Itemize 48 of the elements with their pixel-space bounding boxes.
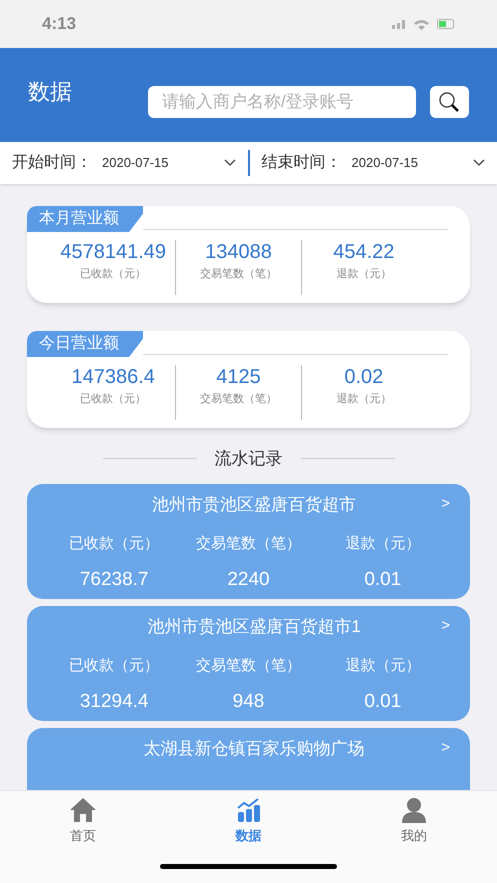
stat-label: 已收款（元） (80, 392, 146, 407)
tab-item[interactable]: 首页 (0, 791, 166, 851)
record-value: 948 (232, 690, 264, 714)
record-label: 退款（元） (345, 534, 420, 554)
record-label: 已收款（元） (69, 534, 160, 554)
stat-value: 0.02 (344, 365, 384, 389)
stat-label: 退款（元） (336, 267, 392, 282)
date-label: 开始时间： (12, 152, 92, 173)
record-value: 76238.7 (80, 568, 148, 592)
record-value: 31294.4 (80, 690, 148, 714)
signal-icon (392, 20, 406, 28)
search-button[interactable] (430, 86, 469, 118)
stat-value: 134088 (205, 240, 272, 264)
battery-icon (437, 19, 455, 29)
stat-label: 已收款（元） (80, 267, 146, 282)
record-value: 0.01 (364, 690, 402, 714)
chevron-icon: > (441, 737, 450, 760)
chart-icon (236, 796, 262, 823)
status-time: 4:13 (42, 13, 76, 36)
stat-label: 交易笔数（笔） (200, 392, 277, 407)
stat-label: 交易笔数（笔） (200, 266, 277, 282)
stat-value: 4125 (216, 365, 261, 389)
section-heading: 流水记录 (214, 448, 282, 470)
stat-value: 147386.4 (71, 365, 155, 389)
home-icon (68, 796, 97, 823)
date-dropdown[interactable]: 2020-07-15 (102, 153, 236, 173)
stat-value: 4578141.49 (60, 240, 166, 264)
wifi-icon (414, 18, 429, 30)
stat-value: 454.22 (333, 240, 394, 264)
chevron-icon: > (441, 615, 450, 638)
chevron-down-icon (224, 159, 236, 167)
record-label: 已收款（元） (69, 656, 160, 676)
search-icon (438, 91, 460, 113)
date-dropdown[interactable]: 2020-07-15 (352, 153, 485, 173)
record-label: 交易笔数（笔） (196, 534, 301, 554)
search-field[interactable]: 请输入商户名称/登录账号 (148, 86, 416, 118)
page-title: 数据 (28, 78, 73, 106)
record-value: 0.01 (364, 568, 402, 592)
tab-item[interactable]: 我的 (331, 791, 497, 851)
chevron-down-icon (473, 159, 485, 167)
tab-item[interactable]: 数据 (166, 791, 332, 851)
record-label: 退款（元） (345, 656, 420, 676)
stat-label: 退款（元） (336, 392, 392, 407)
record-label: 交易笔数（笔） (196, 656, 301, 676)
date-label: 结束时间： (262, 152, 342, 173)
person-icon (401, 796, 428, 823)
chevron-icon: > (441, 493, 450, 516)
record-value: 2240 (227, 568, 270, 592)
